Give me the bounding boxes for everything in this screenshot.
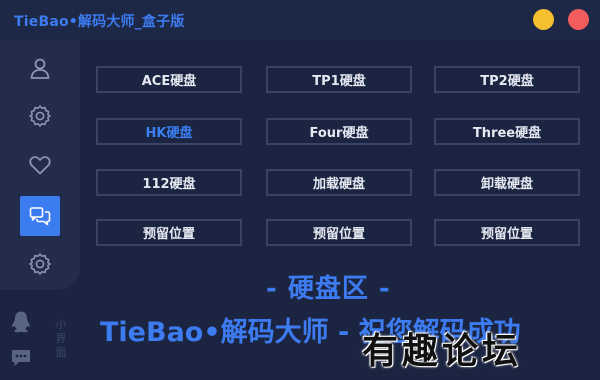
sidebar-item-user[interactable] xyxy=(20,48,60,88)
close-button[interactable] xyxy=(568,9,589,30)
three-disk-button[interactable]: Three硬盘 xyxy=(434,118,580,145)
load-disk-button[interactable]: 加载硬盘 xyxy=(266,169,412,196)
gear-icon xyxy=(29,105,51,127)
tp2-disk-button[interactable]: TP2硬盘 xyxy=(434,66,580,93)
title-bar: TieBao•解码大师_盒子版 xyxy=(0,0,600,40)
reserved-slot-button[interactable]: 预留位置 xyxy=(266,219,412,246)
disk-112-button[interactable]: 112硬盘 xyxy=(96,169,242,196)
sidebar-item-settings[interactable] xyxy=(20,96,60,136)
user-icon xyxy=(30,58,50,79)
sidebar-item-favorites[interactable] xyxy=(20,145,60,185)
zone-title: - 硬盘区 - xyxy=(266,274,391,304)
gear-icon xyxy=(29,253,51,275)
four-disk-button[interactable]: Four硬盘 xyxy=(266,118,412,145)
hk-disk-button[interactable]: HK硬盘 xyxy=(96,118,242,145)
reserved-slot-button[interactable]: 预留位置 xyxy=(434,219,580,246)
sidebar-item-settings-2[interactable] xyxy=(20,244,60,284)
heart-icon xyxy=(29,156,51,175)
forum-watermark: 有趣论坛 xyxy=(362,330,523,372)
minimize-button[interactable] xyxy=(533,9,554,30)
unload-disk-button[interactable]: 卸载硬盘 xyxy=(434,169,580,196)
ace-disk-button[interactable]: ACE硬盘 xyxy=(96,66,242,93)
compact-mode-label[interactable]: 小界面 xyxy=(54,318,68,360)
sidebar-item-chat[interactable] xyxy=(20,196,60,236)
reserved-slot-button[interactable]: 预留位置 xyxy=(96,219,242,246)
qq-icon[interactable] xyxy=(10,310,32,334)
sidebar xyxy=(0,40,80,290)
tp1-disk-button[interactable]: TP1硬盘 xyxy=(266,66,412,93)
chat-icon xyxy=(29,207,51,226)
message-icon[interactable] xyxy=(10,348,32,368)
bottom-bar: 小界面 xyxy=(0,298,80,380)
app-title: TieBao•解码大师_盒子版 xyxy=(14,14,185,30)
